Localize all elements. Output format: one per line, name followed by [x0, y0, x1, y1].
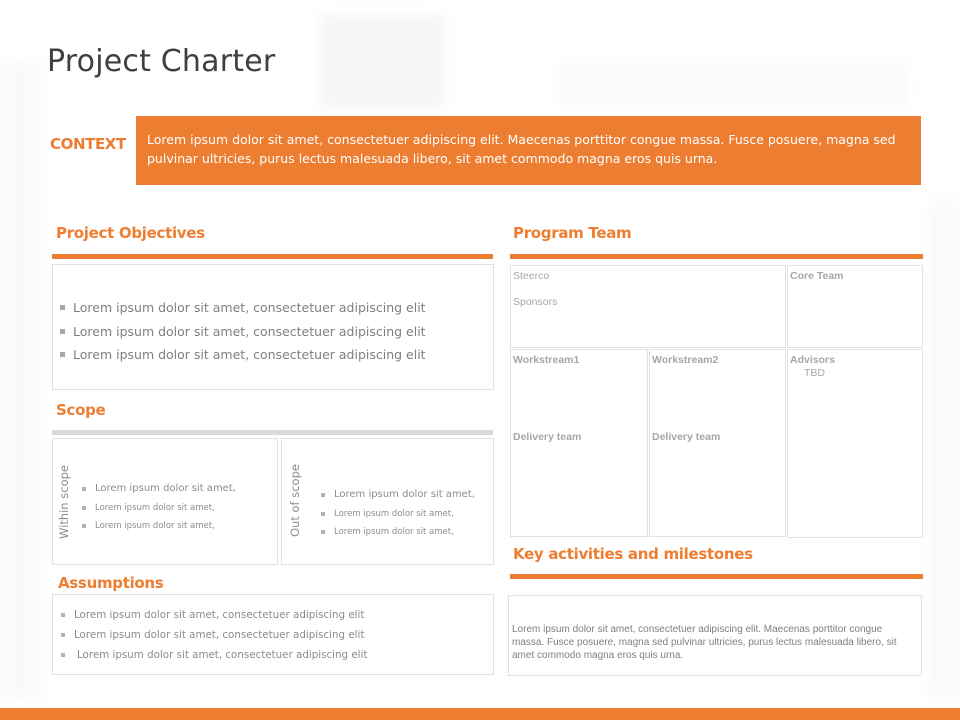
list-item: Lorem ipsum dolor sit amet,: [82, 499, 236, 517]
list-item: Lorem ipsum dolor sit amet,: [82, 517, 236, 535]
bullet-icon: [60, 328, 65, 334]
background-texture: [0, 60, 40, 700]
milestones-rule: [510, 574, 923, 579]
sponsors-label: Sponsors: [513, 296, 558, 308]
scope-title: Scope: [56, 401, 106, 419]
bullet-icon: [60, 305, 65, 311]
context-label: CONTEXT: [50, 135, 126, 153]
out-of-scope-list: Lorem ipsum dolor sit amet, Lorem ipsum …: [321, 485, 475, 541]
program-team-title: Program Team: [513, 224, 632, 242]
milestones-panel: Lorem ipsum dolor sit amet, consectetuer…: [508, 595, 922, 676]
list-item: Lorem ipsum dolor sit amet, consectetuer…: [61, 645, 493, 665]
within-scope-label: Within scope: [57, 465, 71, 539]
core-team-label: Core Team: [790, 270, 844, 282]
list-item: Lorem ipsum dolor sit amet,: [321, 505, 475, 523]
bullet-icon: [82, 524, 86, 528]
background-texture: [560, 60, 910, 110]
steerco-label: Steerco: [513, 270, 550, 282]
assumptions-list: Lorem ipsum dolor sit amet, consectetuer…: [53, 595, 493, 665]
core-team-cell: Core Team: [787, 265, 923, 348]
assumptions-panel: Lorem ipsum dolor sit amet, consectetuer…: [52, 594, 494, 675]
workstream2-delivery: Delivery team: [652, 431, 721, 443]
background-texture: [320, 14, 445, 110]
workstream2-label: Workstream2: [652, 354, 719, 366]
list-item: Lorem ipsum dolor sit amet,: [321, 485, 475, 505]
workstream1-cell: Workstream1 Delivery team: [510, 349, 648, 537]
advisors-cell: Advisors TBD: [787, 349, 923, 538]
objectives-panel: Lorem ipsum dolor sit amet, consectetuer…: [52, 264, 494, 390]
out-of-scope-panel: Out of scope Lorem ipsum dolor sit amet,…: [281, 438, 494, 565]
milestones-title: Key activities and milestones: [513, 545, 753, 563]
context-text: Lorem ipsum dolor sit amet, consectetuer…: [147, 132, 896, 166]
advisors-label: Advisors: [790, 354, 835, 366]
page-title: Project Charter: [47, 44, 276, 79]
out-of-scope-label: Out of scope: [288, 464, 302, 537]
list-item: Lorem ipsum dolor sit amet,: [82, 479, 236, 499]
milestones-text: Lorem ipsum dolor sit amet, consectetuer…: [512, 624, 897, 661]
bullet-icon: [61, 613, 65, 617]
list-item: Lorem ipsum dolor sit amet, consectetuer…: [60, 343, 493, 367]
list-item: Lorem ipsum dolor sit amet, consectetuer…: [60, 320, 493, 344]
context-box: Lorem ipsum dolor sit amet, consectetuer…: [136, 116, 921, 185]
bullet-icon: [82, 487, 86, 491]
bullet-icon: [61, 653, 65, 657]
bullet-icon: [61, 633, 65, 637]
objectives-title: Project Objectives: [56, 224, 205, 242]
program-team-rule: [510, 254, 923, 259]
background-texture: [930, 200, 960, 700]
bullet-icon: [60, 352, 65, 358]
advisors-value: TBD: [804, 367, 825, 379]
list-item: Lorem ipsum dolor sit amet, consectetuer…: [60, 296, 493, 320]
workstream2-cell: Workstream2 Delivery team: [649, 349, 786, 537]
bullet-icon: [82, 506, 86, 510]
assumptions-title: Assumptions: [58, 574, 164, 592]
list-item: Lorem ipsum dolor sit amet, consectetuer…: [61, 625, 493, 645]
scope-rule: [52, 430, 493, 435]
within-scope-panel: Within scope Lorem ipsum dolor sit amet,…: [52, 438, 278, 565]
objectives-rule: [52, 254, 493, 259]
workstream1-label: Workstream1: [513, 354, 580, 366]
bullet-icon: [321, 530, 325, 534]
bullet-icon: [321, 493, 325, 497]
objectives-list: Lorem ipsum dolor sit amet, consectetuer…: [53, 265, 493, 367]
footer-accent-bar: [0, 708, 960, 720]
steerco-cell: Steerco Sponsors: [510, 265, 786, 348]
within-scope-list: Lorem ipsum dolor sit amet, Lorem ipsum …: [82, 479, 236, 535]
list-item: Lorem ipsum dolor sit amet,: [321, 523, 475, 541]
bullet-icon: [321, 512, 325, 516]
list-item: Lorem ipsum dolor sit amet, consectetuer…: [61, 605, 493, 625]
workstream1-delivery: Delivery team: [513, 431, 582, 443]
